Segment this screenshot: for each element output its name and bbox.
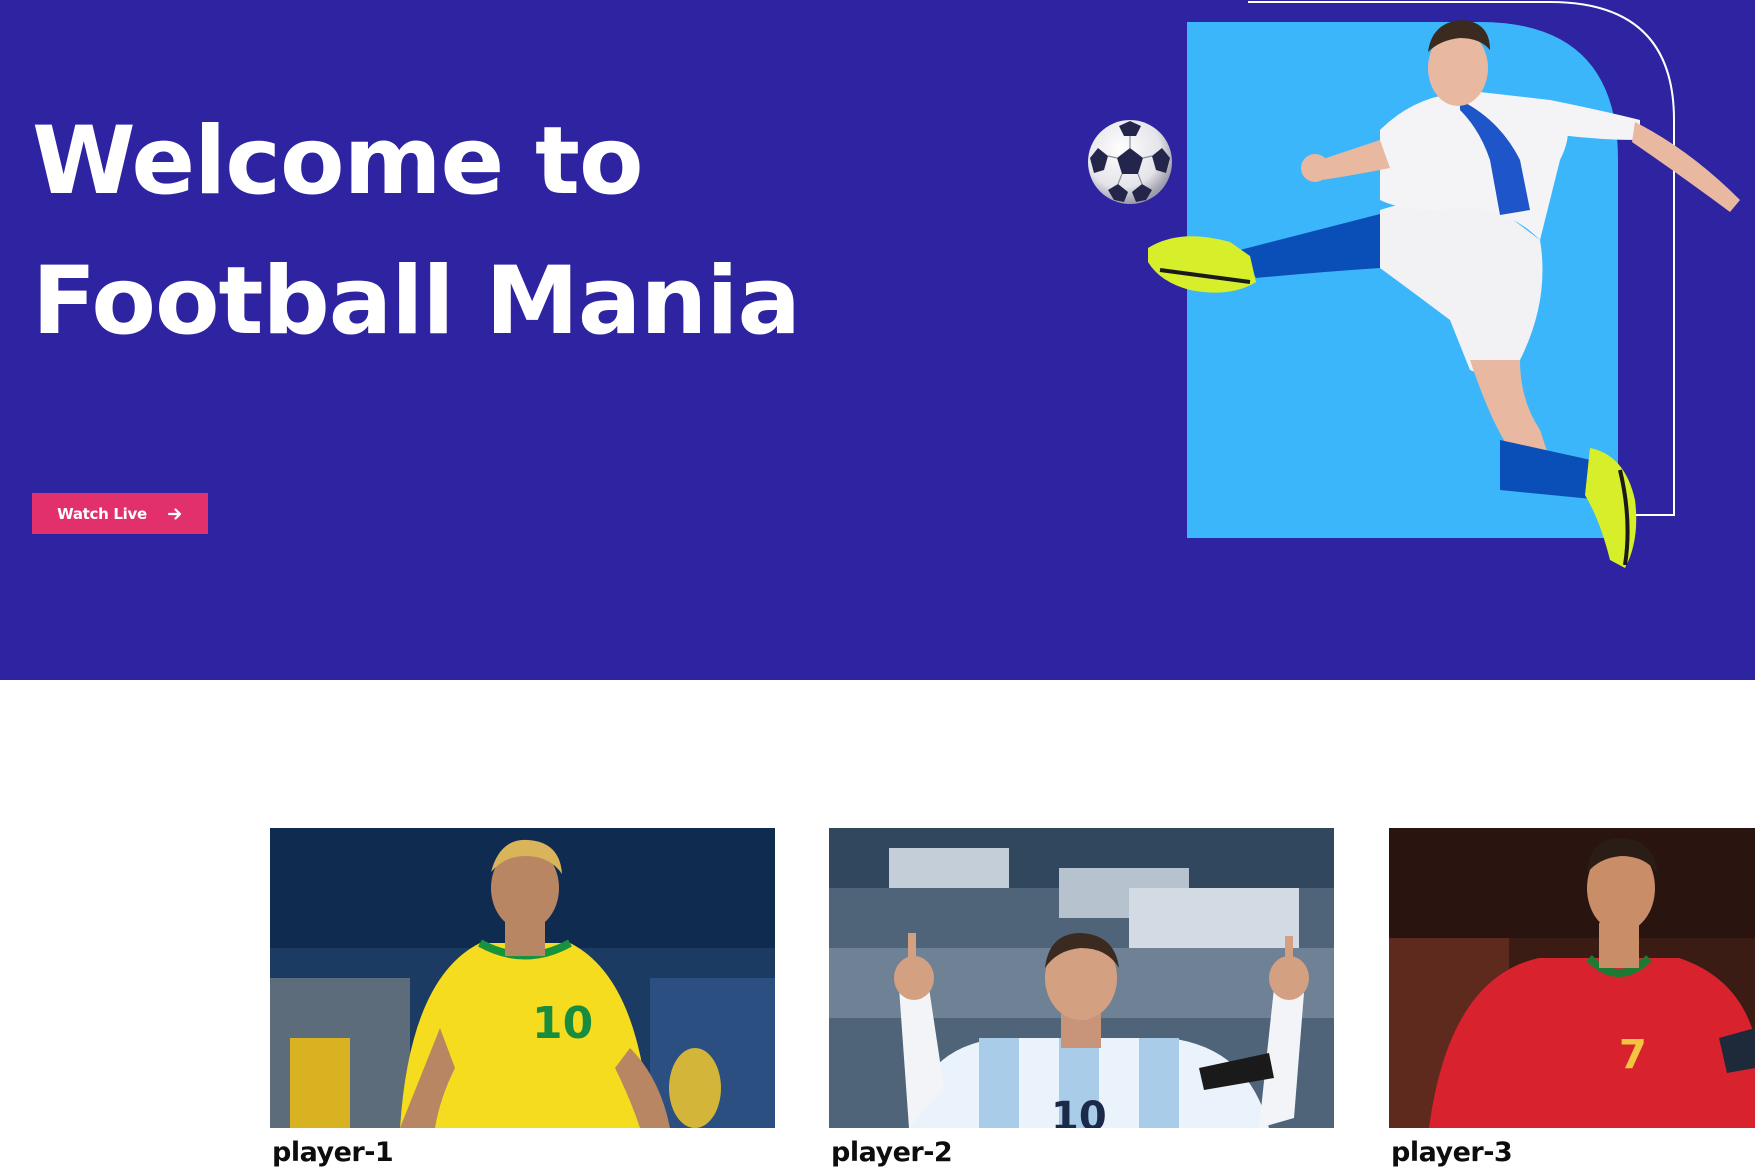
svg-text:10: 10 — [1051, 1094, 1107, 1128]
hero-section: Welcome to Football Mania Watch Live — [0, 0, 1755, 680]
watch-live-button[interactable]: Watch Live — [32, 493, 208, 534]
player-1-photo[interactable]: 10 — [270, 828, 775, 1128]
player-name: player-3 — [1391, 1137, 1513, 1168]
arrow-right-icon — [167, 506, 183, 522]
players-section: 10 player-1 10 player-2 7 player-3 — [0, 680, 1755, 1170]
watch-live-label: Watch Live — [57, 504, 147, 523]
hero-title: Welcome to Football Mania — [32, 107, 801, 356]
player-card[interactable]: 7 player-3 — [1389, 828, 1755, 1168]
svg-text:7: 7 — [1619, 1032, 1647, 1078]
player-3-photo[interactable]: 7 — [1389, 828, 1755, 1128]
player-2-photo[interactable]: 10 — [829, 828, 1334, 1128]
player-card[interactable]: 10 player-2 — [829, 828, 1334, 1168]
player-card[interactable]: 10 player-1 — [270, 828, 775, 1168]
player-name: player-1 — [272, 1137, 394, 1168]
player-name: player-2 — [831, 1137, 953, 1168]
football-player-kicking-image — [1080, 0, 1755, 580]
svg-text:10: 10 — [532, 998, 593, 1049]
